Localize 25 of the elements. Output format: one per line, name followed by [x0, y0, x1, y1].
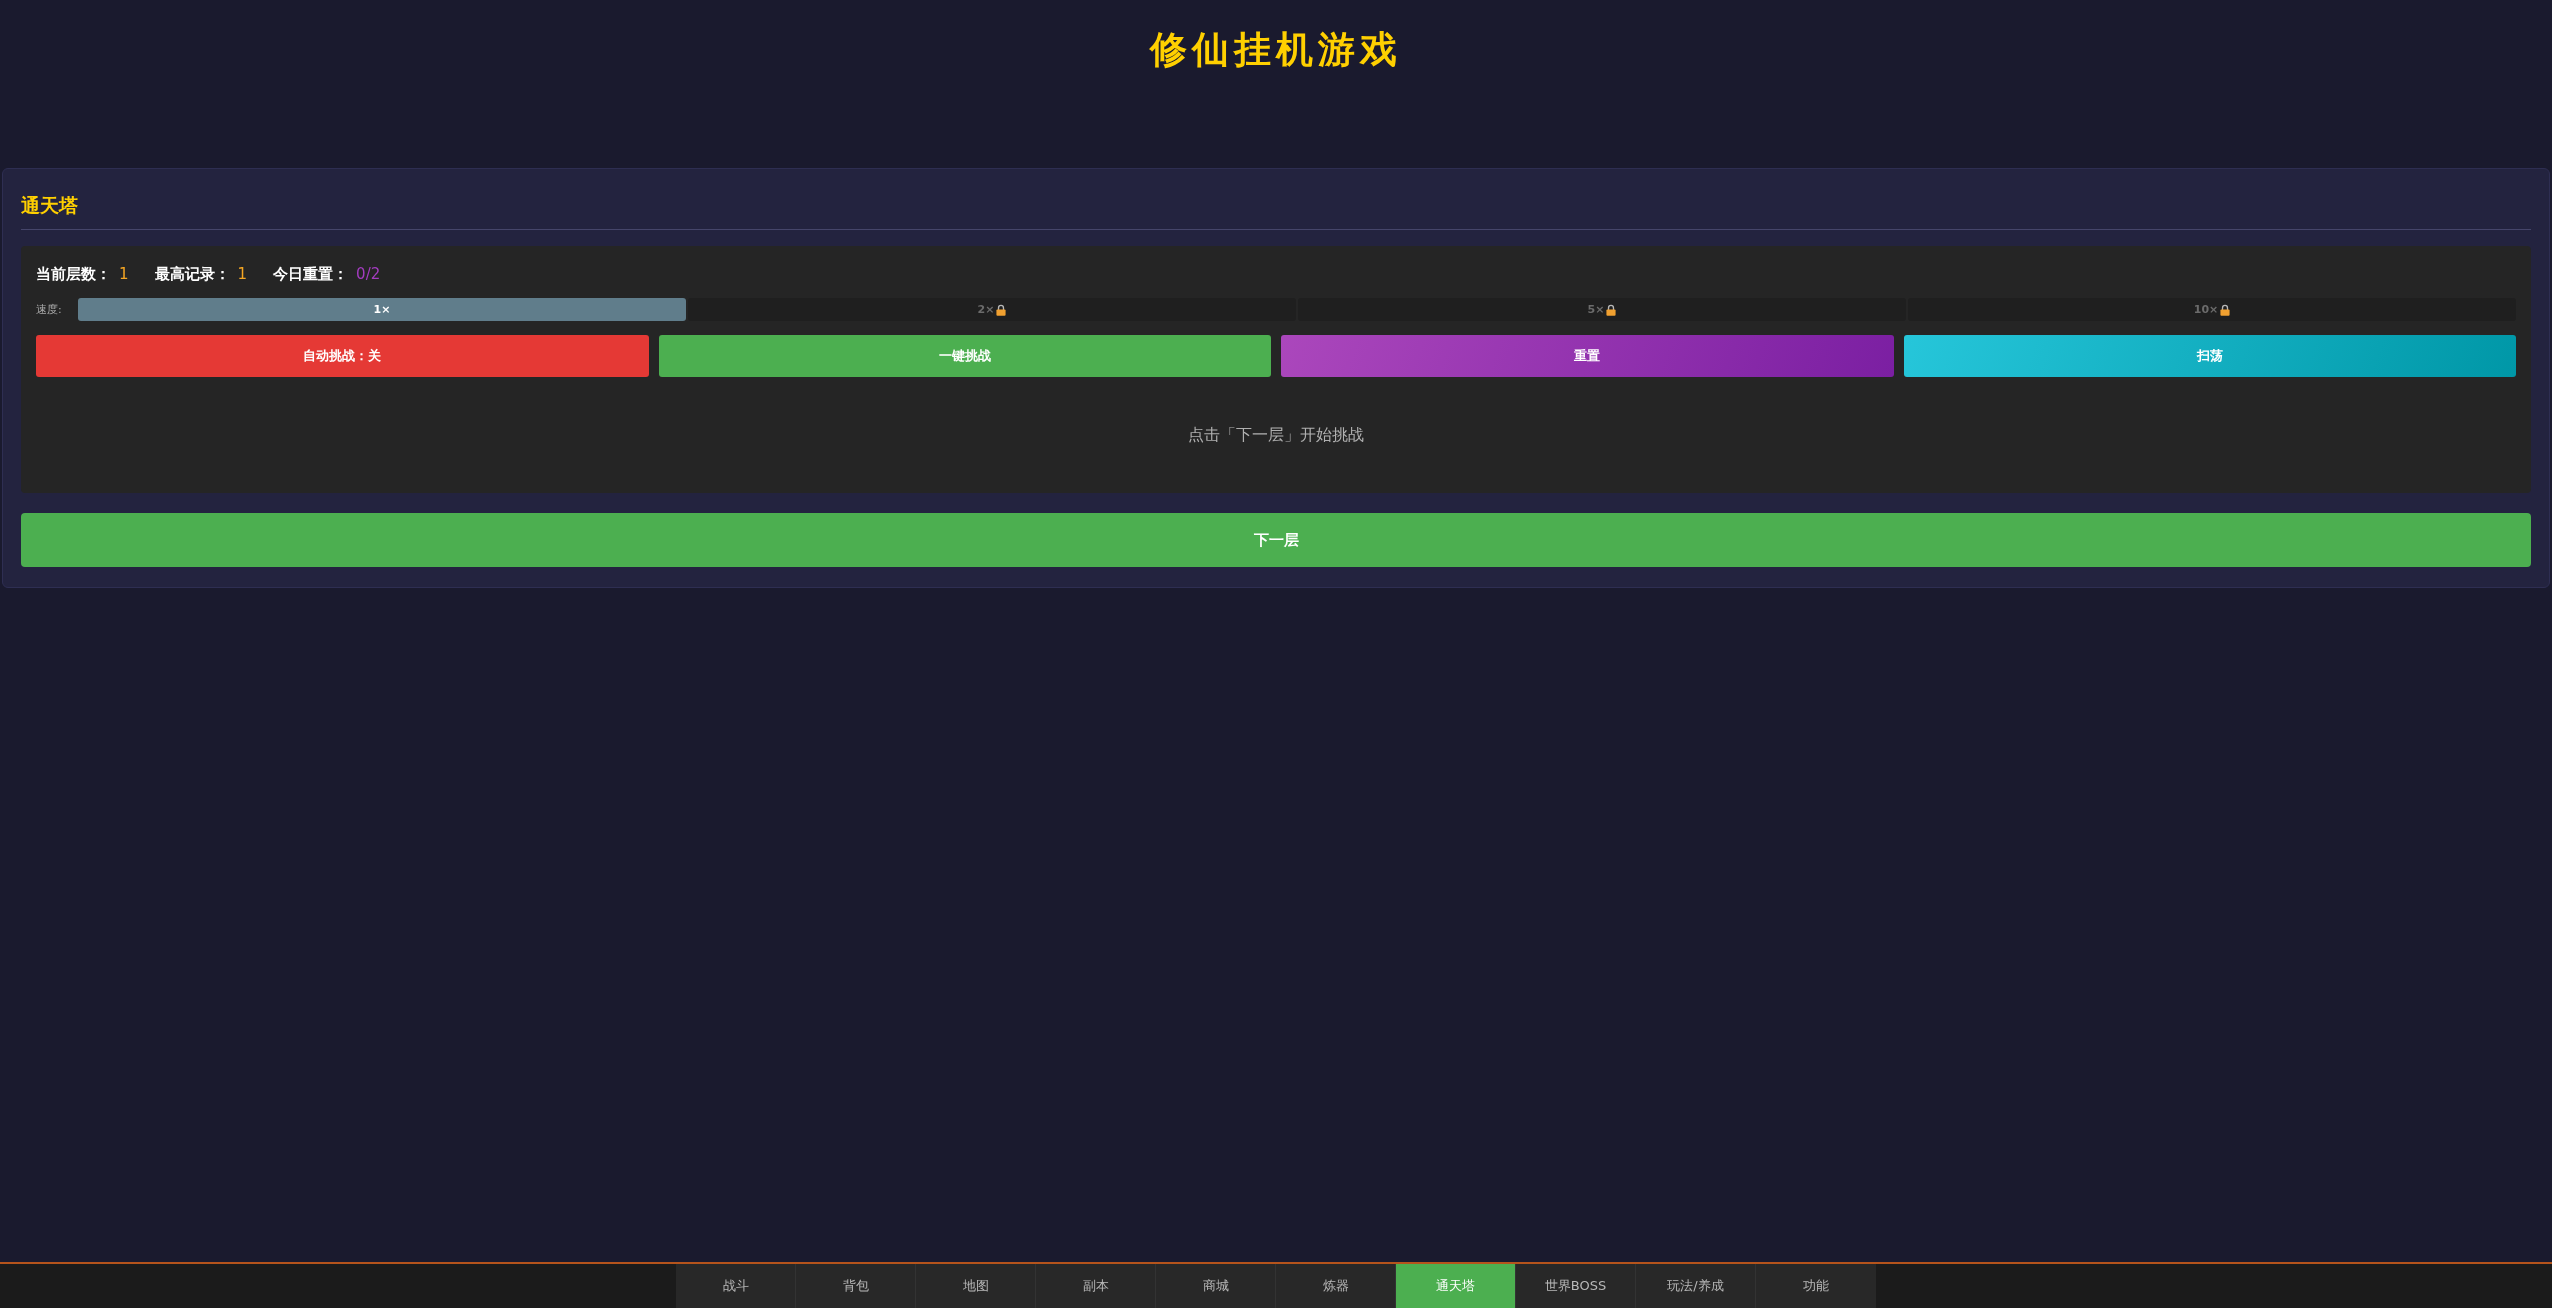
stat-value: 1: [237, 265, 248, 283]
speed-label: 速度:: [36, 302, 63, 317]
nav-tab[interactable]: 商城: [1156, 1264, 1276, 1308]
nav-tab[interactable]: 炼器: [1276, 1264, 1396, 1308]
lock-icon: [1606, 303, 1617, 316]
nav-tab[interactable]: 功能: [1756, 1264, 1876, 1308]
lock-icon: [996, 303, 1007, 316]
stat-label: 最高记录：: [154, 264, 230, 284]
nav-tab[interactable]: 副本: [1036, 1264, 1156, 1308]
nav-tab[interactable]: 世界BOSS: [1516, 1264, 1636, 1308]
panel-title: 通天塔: [21, 191, 2531, 230]
page-title: 修仙挂机游戏: [1150, 27, 1402, 70]
nav-tab[interactable]: 地图: [916, 1264, 1036, 1308]
nav-tab[interactable]: 背包: [796, 1264, 916, 1308]
stat-label: 今日重置：: [273, 264, 349, 284]
auto-challenge-button[interactable]: 自动挑战：关: [36, 335, 649, 377]
stat-value: 1: [119, 265, 129, 283]
nav-tab[interactable]: 战斗: [676, 1264, 796, 1308]
reset-button[interactable]: 重置: [1281, 335, 1894, 377]
lock-icon: [2220, 303, 2231, 316]
nav-tab[interactable]: 玩法/养成: [1636, 1264, 1756, 1308]
hint-text: 点击「下一层」开始挑战: [1188, 424, 1364, 446]
stat-label: 当前层数：: [36, 264, 111, 284]
speed-option[interactable]: 1×: [78, 298, 686, 321]
stat-value: 0/2: [356, 265, 381, 283]
